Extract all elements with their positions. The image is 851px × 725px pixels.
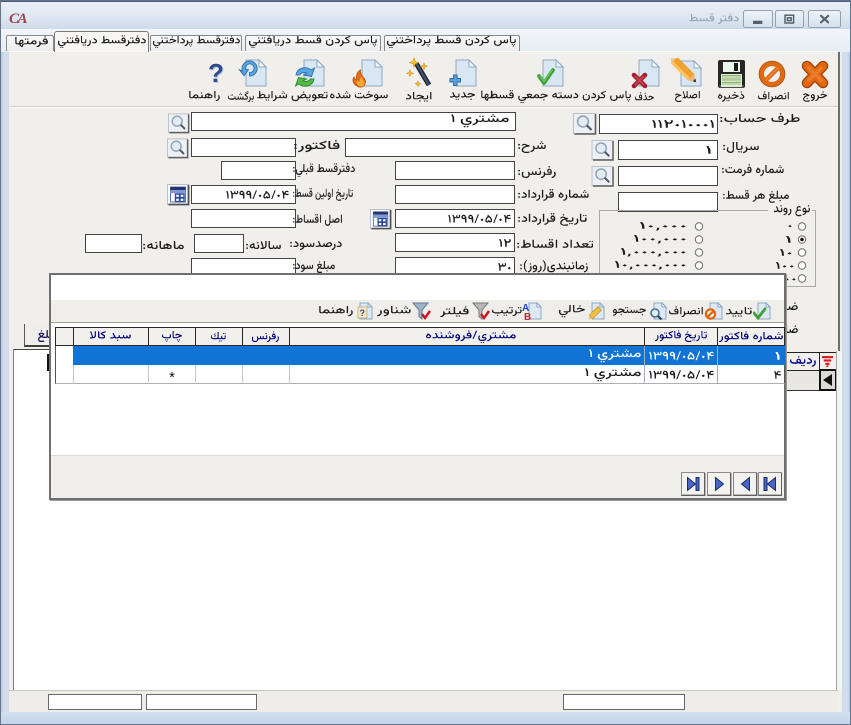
svg-text:?: ?	[360, 308, 366, 318]
svg-text:B: B	[524, 312, 531, 321]
